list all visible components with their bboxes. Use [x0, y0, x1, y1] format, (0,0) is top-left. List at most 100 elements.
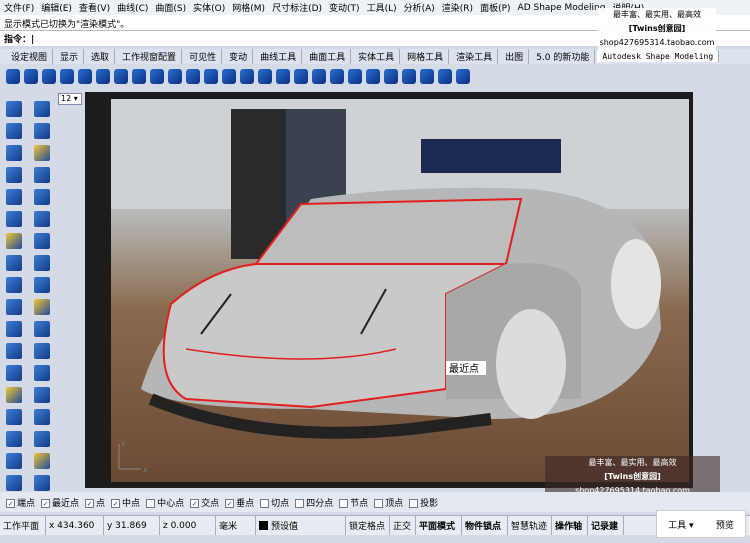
viewport-title[interactable]: 12 ▾: [58, 93, 82, 105]
tool-icon[interactable]: [258, 68, 272, 84]
osnap-3[interactable]: ✓ 中点: [111, 496, 140, 509]
tool-icon[interactable]: [186, 68, 200, 84]
tool-icon[interactable]: [34, 453, 50, 469]
tool-icon[interactable]: [114, 68, 128, 84]
checkbox[interactable]: [374, 498, 384, 508]
tool-icon[interactable]: [276, 68, 290, 84]
tab[interactable]: 实体工具: [353, 49, 401, 64]
tab[interactable]: 曲面工具: [304, 49, 352, 64]
tool-icon[interactable]: [384, 68, 398, 84]
checkbox[interactable]: [339, 498, 349, 508]
menu-item[interactable]: 分析(A): [404, 1, 435, 14]
tool-icon[interactable]: [6, 211, 22, 227]
menu-item[interactable]: 变动(T): [329, 1, 360, 14]
tool-icon[interactable]: [456, 68, 470, 84]
tool-icon[interactable]: [34, 233, 50, 249]
tool-icon[interactable]: [6, 233, 22, 249]
tool-icon[interactable]: [34, 211, 50, 227]
tools-menu-button[interactable]: 工具 ▾: [668, 518, 693, 531]
tool-icon[interactable]: [78, 68, 92, 84]
grid-snap-toggle[interactable]: 锁定格点: [346, 516, 390, 535]
tab[interactable]: 显示: [55, 49, 85, 64]
tool-icon[interactable]: [6, 167, 22, 183]
tab[interactable]: 曲线工具: [255, 49, 303, 64]
menu-item[interactable]: 网格(M): [232, 1, 265, 14]
tool-icon[interactable]: [6, 101, 22, 117]
tool-icon[interactable]: [34, 387, 50, 403]
gumball-toggle[interactable]: 操作轴: [552, 516, 588, 535]
tool-icon[interactable]: [34, 145, 50, 161]
ortho-toggle[interactable]: 正交: [390, 516, 416, 535]
tool-icon[interactable]: [6, 475, 22, 491]
tool-icon[interactable]: [132, 68, 146, 84]
tool-icon[interactable]: [6, 277, 22, 293]
tool-icon[interactable]: [34, 167, 50, 183]
tool-icon[interactable]: [150, 68, 164, 84]
checkbox[interactable]: ✓: [225, 498, 235, 508]
tool-icon[interactable]: [366, 68, 380, 84]
checkbox[interactable]: [146, 498, 156, 508]
menu-item[interactable]: 面板(P): [480, 1, 510, 14]
tool-icon[interactable]: [204, 68, 218, 84]
tool-icon[interactable]: [222, 68, 236, 84]
tool-icon[interactable]: [34, 321, 50, 337]
checkbox[interactable]: ✓: [41, 498, 51, 508]
perspective-viewport[interactable]: 最近点 x y: [111, 99, 689, 482]
tab[interactable]: 可见性: [184, 49, 223, 64]
planar-toggle[interactable]: 平面模式: [416, 516, 462, 535]
checkbox[interactable]: [409, 498, 419, 508]
tool-icon[interactable]: [348, 68, 362, 84]
tool-icon[interactable]: [34, 101, 50, 117]
tab[interactable]: 渲染工具: [451, 49, 499, 64]
tool-icon[interactable]: [24, 68, 38, 84]
tool-icon[interactable]: [240, 68, 254, 84]
tool-icon[interactable]: [6, 145, 22, 161]
tool-icon[interactable]: [6, 189, 22, 205]
osnap-11[interactable]: 投影: [409, 496, 438, 509]
checkbox[interactable]: ✓: [190, 498, 200, 508]
tool-icon[interactable]: [6, 365, 22, 381]
tool-icon[interactable]: [34, 299, 50, 315]
tool-icon[interactable]: [6, 453, 22, 469]
tool-icon[interactable]: [330, 68, 344, 84]
menu-item[interactable]: 曲线(C): [117, 1, 148, 14]
tool-icon[interactable]: [60, 68, 74, 84]
tab[interactable]: 选取: [86, 49, 116, 64]
tool-icon[interactable]: [6, 409, 22, 425]
osnap-6[interactable]: ✓ 垂点: [225, 496, 254, 509]
menu-item[interactable]: 尺寸标注(D): [272, 1, 322, 14]
checkbox[interactable]: [295, 498, 305, 508]
tab[interactable]: 设定视图: [6, 49, 54, 64]
checkbox[interactable]: ✓: [6, 498, 15, 508]
menu-item[interactable]: 实体(O): [193, 1, 225, 14]
tool-icon[interactable]: [438, 68, 452, 84]
checkbox[interactable]: [260, 498, 270, 508]
tool-icon[interactable]: [34, 255, 50, 271]
tab[interactable]: Autodesk Shape Modeling: [597, 51, 720, 62]
tool-icon[interactable]: [96, 68, 110, 84]
osnap-9[interactable]: 节点: [339, 496, 368, 509]
preview-button[interactable]: 预览: [716, 518, 734, 531]
osnap-toggle[interactable]: 物件锁点: [462, 516, 508, 535]
menu-item[interactable]: 文件(F): [4, 1, 34, 14]
tool-icon[interactable]: [34, 277, 50, 293]
osnap-1[interactable]: ✓ 最近点: [41, 496, 79, 509]
tool-icon[interactable]: [6, 123, 22, 139]
checkbox[interactable]: ✓: [85, 498, 95, 508]
checkbox[interactable]: ✓: [111, 498, 121, 508]
tool-icon[interactable]: [294, 68, 308, 84]
tool-icon[interactable]: [6, 255, 22, 271]
tool-icon[interactable]: [420, 68, 434, 84]
tool-icon[interactable]: [312, 68, 326, 84]
tool-icon[interactable]: [6, 343, 22, 359]
menu-item[interactable]: 工具(L): [367, 1, 397, 14]
osnap-0[interactable]: ✓ 端点: [6, 496, 35, 509]
menu-item[interactable]: 曲面(S): [155, 1, 186, 14]
tool-icon[interactable]: [34, 475, 50, 491]
osnap-4[interactable]: 中心点: [146, 496, 184, 509]
tool-icon[interactable]: [6, 68, 20, 84]
tool-icon[interactable]: [6, 321, 22, 337]
menu-item[interactable]: AD Shape Modeling: [518, 3, 606, 13]
tab[interactable]: 出图: [500, 49, 530, 64]
tool-icon[interactable]: [34, 365, 50, 381]
